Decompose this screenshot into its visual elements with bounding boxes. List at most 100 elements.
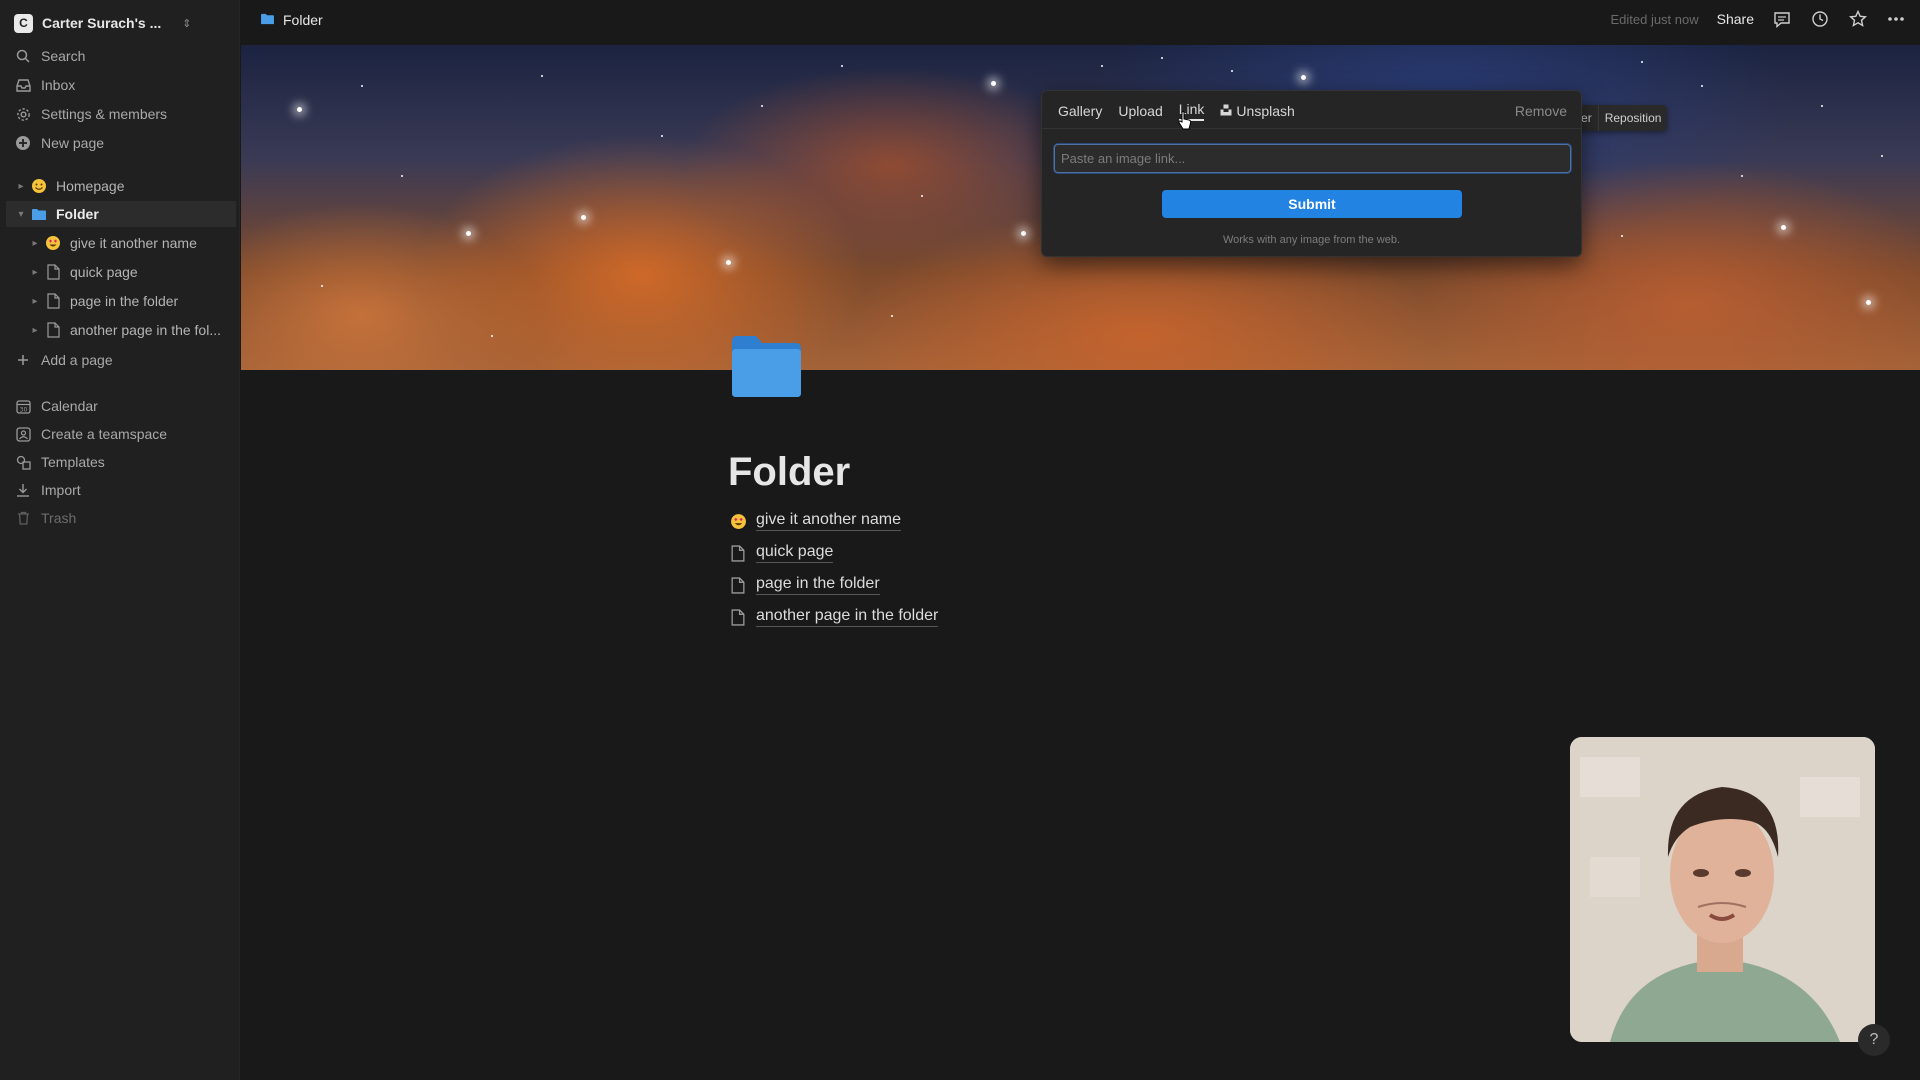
breadcrumb-label: Folder [283, 12, 323, 28]
page-icon [728, 608, 748, 626]
chevron-right-icon[interactable]: ▸ [28, 267, 42, 278]
page-icon [728, 576, 748, 594]
sidebar-page-label: give it another name [70, 235, 197, 251]
subpage-another-page-in-the-folder[interactable]: another page in the folder [728, 601, 939, 633]
page-icon [42, 264, 64, 280]
sidebar-subpage-another-page[interactable]: ▸ another page in the fol... [28, 317, 234, 343]
image-link-input[interactable] [1054, 144, 1571, 173]
more-icon[interactable] [1886, 9, 1906, 29]
star-icon[interactable] [1848, 9, 1868, 29]
sidebar-page-label: Homepage [56, 178, 125, 194]
sidebar-item-label: Templates [41, 454, 105, 470]
chevron-updown-icon: ⇕ [182, 17, 192, 30]
chevron-right-icon[interactable]: ▸ [28, 296, 42, 307]
sidebar-add-page[interactable]: Add a page [14, 348, 234, 372]
trash-icon [14, 511, 32, 525]
workspace-switcher[interactable]: C Carter Surach's ... ⇕ [14, 12, 192, 34]
teamspace-icon [14, 426, 32, 442]
edited-status: Edited just now [1610, 11, 1699, 27]
sidebar-item-import[interactable]: Import [14, 478, 234, 502]
mouse-pointer-icon [1178, 111, 1192, 130]
plus-icon [14, 354, 32, 366]
chevron-right-icon[interactable]: ▸ [14, 181, 28, 192]
subpage-label: page in the folder [756, 575, 880, 595]
smiley-emoji-icon [28, 178, 50, 194]
gear-icon [14, 107, 32, 122]
topbar: Folder Edited just now Share [241, 0, 1920, 45]
page-icon [42, 293, 64, 309]
sidebar-page-homepage[interactable]: ▸ Homepage [14, 173, 234, 199]
page-title[interactable]: Folder [728, 450, 850, 495]
subpage-label: another page in the folder [756, 607, 939, 627]
chevron-right-icon[interactable]: ▸ [28, 238, 42, 249]
subpage-label: quick page [756, 543, 834, 563]
sidebar-item-label: Add a page [41, 352, 113, 368]
sidebar-page-label: Folder [56, 206, 99, 222]
remove-cover-button[interactable]: Remove [1515, 103, 1567, 119]
sidebar-page-label: page in the folder [70, 293, 179, 309]
calendar-icon: 30 [14, 399, 32, 414]
sidebar-item-label: Calendar [41, 398, 98, 414]
sidebar-page-label: quick page [70, 264, 138, 280]
search-icon [14, 49, 32, 63]
tab-upload[interactable]: Upload [1118, 103, 1162, 119]
subpage-page-in-the-folder[interactable]: page in the folder [728, 569, 938, 601]
sidebar-item-label: Search [41, 48, 86, 64]
share-button[interactable]: Share [1717, 11, 1754, 27]
tab-unsplash-label: Unsplash [1236, 103, 1295, 119]
plus-circle-icon [14, 135, 32, 151]
sidebar-subpage-page-in-the-folder[interactable]: ▸ page in the folder [28, 288, 234, 314]
sidebar: C Carter Surach's ... ⇕ Search Inbox Set… [0, 0, 240, 1080]
cover-picker-tabs: Gallery Upload Link Unsplash Remove [1058, 100, 1567, 122]
subpage-list: give it another name quick page page in … [728, 505, 939, 633]
history-clock-icon[interactable] [1810, 9, 1830, 29]
sidebar-subpage-give-it-another-name[interactable]: ▸ give it another name [28, 230, 234, 256]
tab-gallery[interactable]: Gallery [1058, 103, 1102, 119]
sidebar-item-new-page[interactable]: New page [14, 131, 234, 155]
sidebar-item-calendar[interactable]: 30 Calendar [14, 394, 234, 418]
folder-icon[interactable] [728, 333, 804, 399]
folder-icon [260, 12, 275, 28]
topbar-actions: Edited just now Share [1610, 9, 1906, 29]
tabs-divider [1042, 128, 1581, 129]
sidebar-page-label: another page in the fol... [70, 322, 221, 338]
heart-eyes-emoji-icon [42, 235, 64, 251]
sidebar-item-trash[interactable]: Trash [14, 506, 234, 530]
page-icon [728, 544, 748, 562]
sidebar-item-inbox[interactable]: Inbox [14, 73, 234, 97]
submit-button[interactable]: Submit [1162, 190, 1462, 218]
sidebar-page-folder[interactable]: ▾ Folder [6, 201, 236, 227]
sidebar-subpage-quick-page[interactable]: ▸ quick page [28, 259, 234, 285]
inbox-icon [14, 78, 32, 92]
sidebar-item-settings[interactable]: Settings & members [14, 102, 234, 126]
sidebar-item-create-teamspace[interactable]: Create a teamspace [14, 422, 234, 446]
templates-icon [14, 455, 32, 470]
presenter-video-image [1570, 737, 1875, 1042]
subpage-quick-page[interactable]: quick page [728, 537, 938, 569]
sidebar-item-label: Inbox [41, 77, 76, 93]
subpage-give-it-another-name[interactable]: give it another name [728, 505, 938, 537]
reposition-button[interactable]: Reposition [1597, 105, 1668, 131]
link-hint: Works with any image from the web. [1222, 234, 1401, 246]
sidebar-item-label: Create a teamspace [41, 426, 168, 442]
breadcrumb[interactable]: Folder [260, 12, 323, 28]
import-icon [14, 483, 32, 497]
sidebar-item-templates[interactable]: Templates [14, 450, 234, 474]
page-icon [42, 322, 64, 338]
cover-picker-popup: Gallery Upload Link Unsplash Remove Subm… [1041, 90, 1582, 257]
unsplash-icon [1220, 103, 1232, 119]
comment-icon[interactable] [1772, 9, 1792, 29]
sidebar-item-label: New page [41, 135, 105, 151]
sidebar-item-label: Settings & members [41, 106, 168, 122]
folder-icon [28, 208, 50, 221]
webcam-overlay [1570, 737, 1875, 1042]
subpage-label: give it another name [756, 511, 901, 531]
help-button[interactable]: ? [1858, 1024, 1890, 1056]
chevron-right-icon[interactable]: ▸ [28, 325, 42, 336]
chevron-down-icon[interactable]: ▾ [14, 209, 28, 220]
workspace-name: Carter Surach's ... [42, 15, 162, 31]
sidebar-item-search[interactable]: Search [14, 44, 234, 68]
heart-eyes-emoji-icon [728, 513, 748, 530]
svg-text:30: 30 [19, 406, 27, 413]
tab-unsplash[interactable]: Unsplash [1220, 103, 1295, 119]
